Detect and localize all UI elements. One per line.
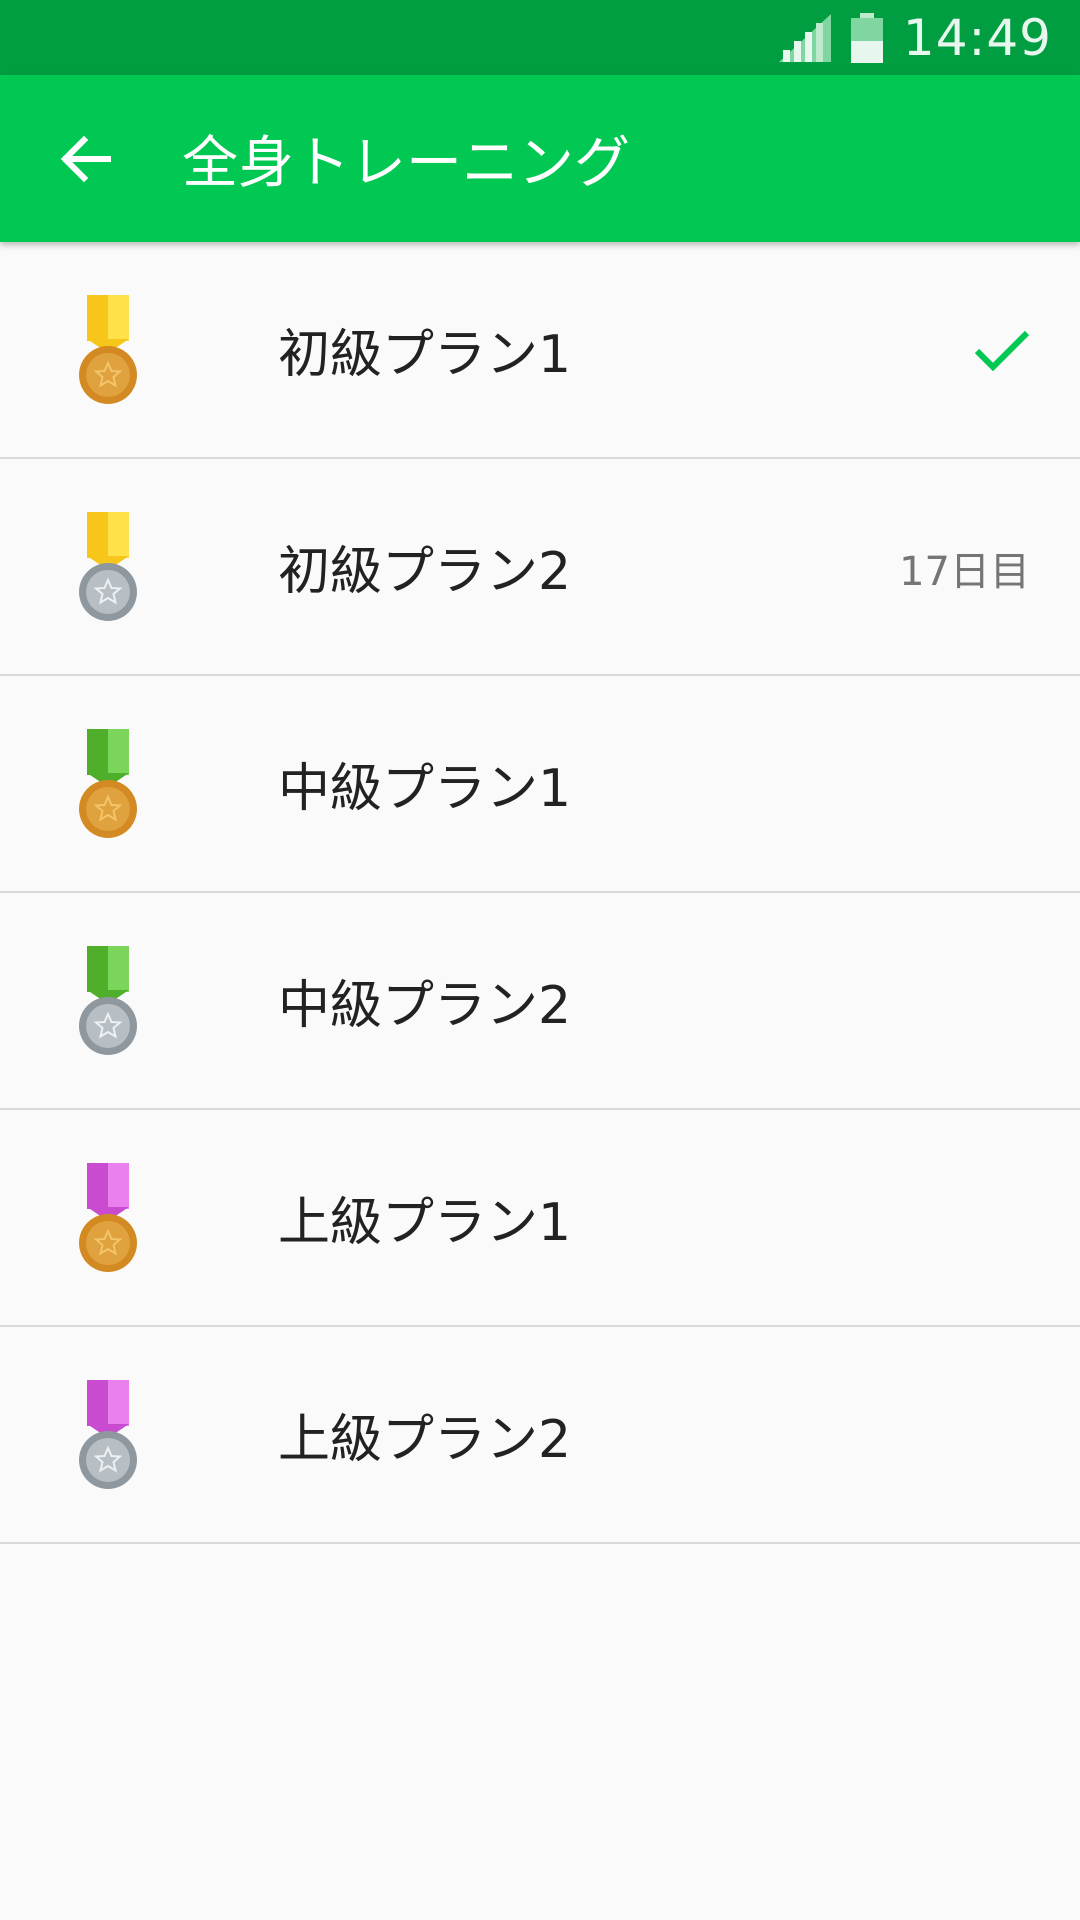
plan-status: 17日目	[899, 459, 1030, 676]
plan-label: 初級プラン1	[278, 325, 572, 385]
plan-list-item[interactable]: 初級プラン1	[0, 242, 1080, 459]
plan-list-item[interactable]: 中級プラン2	[0, 893, 1080, 1110]
plan-list: 初級プラン1 初級プラン2 17日目中級プラン1 中級プラン2 上級プラン1 上級プラン2	[0, 242, 1080, 1544]
battery-icon	[850, 12, 883, 63]
day-count-text: 17日目	[899, 548, 1030, 595]
arrow-left-icon	[60, 135, 111, 182]
plan-list-item[interactable]: 上級プラン2	[0, 1327, 1080, 1544]
plan-label: 中級プラン2	[278, 976, 572, 1036]
medal-icon	[0, 1326, 216, 1543]
medal-icon	[0, 1109, 216, 1326]
medal-icon	[0, 892, 216, 1109]
plan-label: 上級プラン2	[278, 1410, 572, 1470]
plan-label: 中級プラン1	[278, 759, 572, 819]
check-icon	[974, 330, 1030, 371]
plan-label: 上級プラン1	[278, 1193, 572, 1253]
back-button[interactable]	[0, 75, 170, 242]
status-time: 14:49	[902, 8, 1052, 67]
status-bar: 14:49	[0, 0, 1080, 75]
medal-icon	[0, 458, 216, 675]
plan-list-item[interactable]: 中級プラン1	[0, 676, 1080, 893]
medal-icon	[0, 241, 216, 458]
plan-status	[974, 242, 1030, 459]
plan-list-item[interactable]: 初級プラン2 17日目	[0, 459, 1080, 676]
app-bar: 全身トレーニング	[0, 75, 1080, 242]
plan-list-item[interactable]: 上級プラン1	[0, 1110, 1080, 1327]
page-title: 全身トレーニング	[182, 131, 630, 196]
signal-icon	[778, 13, 831, 62]
medal-icon	[0, 675, 216, 892]
